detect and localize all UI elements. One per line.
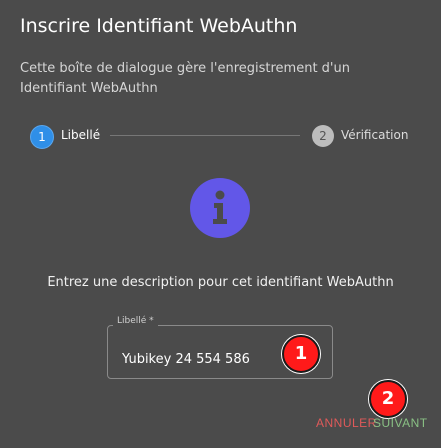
next-button[interactable]: SUIVANT xyxy=(367,412,434,434)
stepper: 1 Libellé 2 Vérification xyxy=(0,118,441,154)
info-icon xyxy=(190,178,250,238)
step-2-label: Vérification xyxy=(341,128,409,142)
label-input-label: Libellé * xyxy=(113,316,158,326)
stepper-connector xyxy=(110,135,300,136)
step-1-number: 1 xyxy=(30,125,54,149)
step-2-number: 2 xyxy=(312,125,334,147)
step-1-label: Libellé xyxy=(61,128,101,142)
annotation-badge-1: 1 xyxy=(282,335,320,373)
label-input-value[interactable]: Yubikey 24 554 586 xyxy=(122,352,250,367)
dialog-description: Cette boîte de dialogue gère l'enregistr… xyxy=(20,61,350,96)
prompt-text: Entrez une description pour cet identifi… xyxy=(47,275,394,290)
dialog-title: Inscrire Identifiant WebAuthn xyxy=(20,15,298,37)
